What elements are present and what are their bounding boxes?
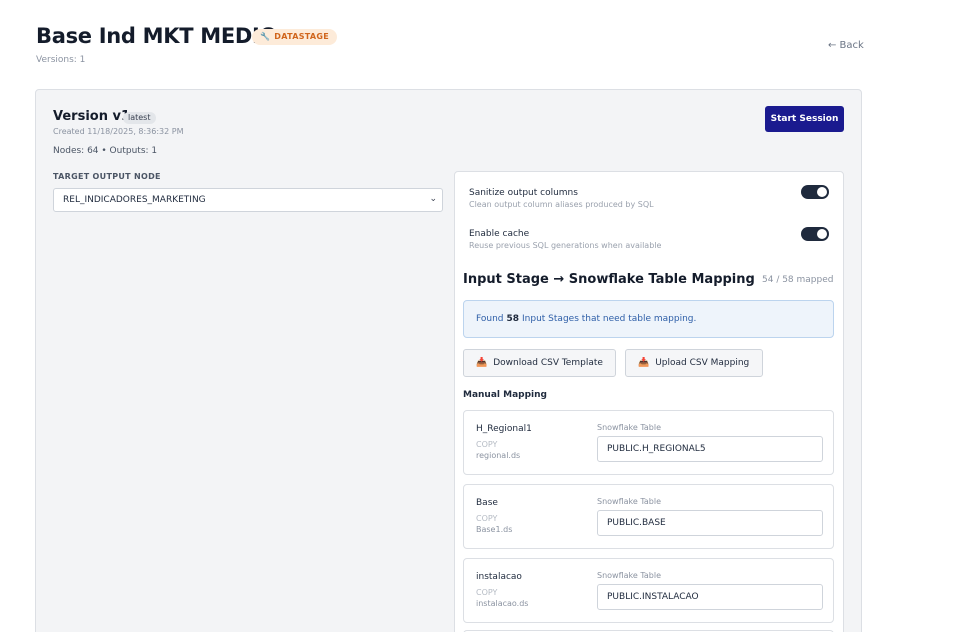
back-link[interactable]: ← Back: [828, 40, 864, 51]
manual-mapping-label: Manual Mapping: [463, 390, 547, 400]
download-csv-label: Download CSV Template: [493, 358, 603, 368]
created-timestamp: Created 11/18/2025, 8:36:32 PM: [53, 127, 184, 136]
chevron-down-icon: ⌄: [429, 194, 437, 204]
snowflake-table-label: Snowflake Table: [597, 497, 662, 506]
target-output-node-label: TARGET OUTPUT NODE: [53, 172, 161, 181]
nodes-outputs-info: Nodes: 64 • Outputs: 1: [53, 146, 158, 156]
snowflake-table-input[interactable]: PUBLIC.INSTALACAO: [597, 584, 823, 610]
stage-name: Base: [476, 498, 498, 508]
snowflake-table-label: Snowflake Table: [597, 571, 662, 580]
mapping-row: instalacao COPY instalacao.ds Snowflake …: [463, 558, 834, 623]
datastage-badge-label: DATASTAGE: [274, 32, 330, 41]
upload-csv-label: Upload CSV Mapping: [655, 358, 750, 368]
enable-cache-desc: Reuse previous SQL generations when avai…: [469, 241, 662, 250]
info-suffix: Input Stages that need table mapping.: [522, 314, 697, 324]
stage-type: COPY: [476, 514, 498, 523]
target-output-node-value: REL_INDICADORES_MARKETING: [63, 195, 206, 205]
mapping-row: H_Regional1 COPY regional.ds Snowflake T…: [463, 410, 834, 475]
snowflake-table-input[interactable]: PUBLIC.H_REGIONAL5: [597, 436, 823, 462]
stage-file: Base1.ds: [476, 525, 513, 534]
target-output-node-select[interactable]: REL_INDICADORES_MARKETING ⌄: [53, 188, 443, 212]
stage-name: instalacao: [476, 572, 522, 582]
version-title: Version v1: [53, 109, 131, 124]
versions-count: Versions: 1: [36, 55, 86, 65]
stage-name: H_Regional1: [476, 424, 532, 434]
mapping-section-title: Input Stage → Snowflake Table Mapping: [463, 272, 755, 287]
mapped-count: 54 / 58 mapped: [762, 275, 834, 285]
enable-cache-title: Enable cache: [469, 229, 530, 239]
datastage-badge: 🔧 DATASTAGE: [252, 29, 338, 45]
latest-badge: latest: [123, 112, 156, 124]
stage-file: regional.ds: [476, 451, 521, 460]
start-session-button[interactable]: Start Session: [765, 106, 844, 132]
toggle-knob: [817, 187, 827, 197]
sanitize-columns-title: Sanitize output columns: [469, 188, 578, 198]
upload-csv-mapping-button[interactable]: 📥 Upload CSV Mapping: [625, 349, 763, 377]
page-title: Base Ind MKT MEDIO: [36, 24, 278, 48]
mapping-row: Base COPY Base1.ds Snowflake Table PUBLI…: [463, 484, 834, 549]
toggle-knob: [817, 229, 827, 239]
stage-type: COPY: [476, 588, 498, 597]
info-prefix: Found: [476, 314, 504, 324]
download-csv-template-button[interactable]: 📥 Download CSV Template: [463, 349, 616, 377]
download-icon: 📥: [476, 358, 488, 368]
wrench-icon: 🔧: [260, 32, 271, 41]
stage-type: COPY: [476, 440, 498, 449]
input-stages-info: Found 58 Input Stages that need table ma…: [463, 300, 834, 338]
upload-icon: 📥: [638, 358, 650, 368]
sanitize-columns-desc: Clean output column aliases produced by …: [469, 200, 654, 209]
snowflake-table-label: Snowflake Table: [597, 423, 662, 432]
info-count: 58: [506, 314, 520, 324]
snowflake-table-input[interactable]: PUBLIC.BASE: [597, 510, 823, 536]
sanitize-columns-toggle[interactable]: [801, 185, 829, 199]
stage-file: instalacao.ds: [476, 599, 529, 608]
enable-cache-toggle[interactable]: [801, 227, 829, 241]
